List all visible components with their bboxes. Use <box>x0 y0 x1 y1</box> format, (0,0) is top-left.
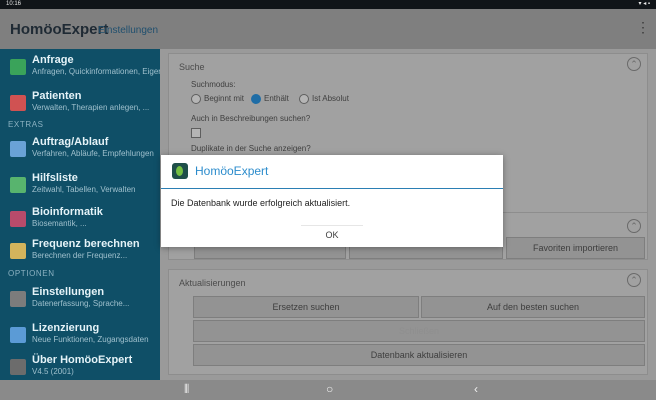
descriptions-label: Auch in Beschreibungen suchen? <box>191 114 311 123</box>
sidebar: Anfrage Anfragen, Quickinformationen, Ei… <box>0 49 169 380</box>
collapse-icon[interactable]: ⌃ <box>627 57 641 71</box>
radio-label: Beginnt mit <box>204 94 245 103</box>
page-title: Einstellungen <box>98 25 159 36</box>
person-icon <box>10 95 26 111</box>
home-icon[interactable]: ○ <box>326 382 333 396</box>
sidebar-item-sub: Datenerfassung, Sprache... <box>32 299 130 308</box>
back-icon[interactable]: ‹ <box>474 382 478 396</box>
sidebar-section-optionen: OPTIONEN <box>8 269 55 278</box>
sidebar-item-einstellungen[interactable]: Einstellungen Datenerfassung, Sprache... <box>0 281 160 319</box>
flow-icon <box>10 141 26 157</box>
note-icon <box>10 59 26 75</box>
close-button[interactable]: Schließen <box>193 320 645 342</box>
info-icon <box>10 359 26 375</box>
favorites-import-button[interactable]: Favoriten importieren <box>506 237 645 259</box>
update-database-button[interactable]: Datenbank aktualisieren <box>193 344 645 366</box>
search-replace-button[interactable]: Ersetzen suchen <box>193 296 419 318</box>
sidebar-item-sub: Berechnen der Frequenz... <box>32 251 128 260</box>
sidebar-item-sub: Anfragen, Quickinformationen, Eigen... <box>32 67 170 76</box>
card-title: Aktualisierungen <box>179 278 246 288</box>
sidebar-item-label: Auftrag/Ablauf <box>32 136 109 148</box>
status-bar: 10:16 ▾ ◂ ▪ <box>0 0 656 9</box>
sidebar-item-anfrage[interactable]: Anfrage Anfragen, Quickinformationen, Ei… <box>0 49 169 87</box>
duplicates-label: Duplikate in der Suche anzeigen? <box>191 144 311 153</box>
sidebar-item-sub: Verfahren, Abläufe, Empfehlungen <box>32 149 154 158</box>
app-brand: HomöoExpert <box>10 21 109 38</box>
ok-button[interactable]: OK <box>301 225 363 244</box>
sidebar-item-label: Lizenzierung <box>32 322 100 334</box>
success-dialog: HomöoExpert Die Datenbank wurde erfolgre… <box>161 155 503 247</box>
collapse-icon[interactable]: ⌃ <box>627 273 641 287</box>
searchmode-label: Suchmodus: <box>191 80 236 89</box>
sidebar-item-patienten[interactable]: Patienten Verwalten, Therapien anlegen, … <box>0 85 160 123</box>
dialog-header: HomöoExpert <box>161 155 503 189</box>
radio-label: Enthält <box>264 94 289 103</box>
radio-beginnt-mit[interactable] <box>191 94 201 104</box>
recents-icon[interactable]: ⦀ <box>184 382 189 397</box>
gear-icon <box>10 291 26 307</box>
sidebar-item-label: Anfrage <box>32 54 74 66</box>
app-logo-icon <box>172 163 188 179</box>
sidebar-item-hilfsliste[interactable]: Hilfsliste Zeitwahl, Tabellen, Verwalten <box>0 167 160 205</box>
sidebar-item-label: Einstellungen <box>32 286 105 298</box>
wave-icon <box>10 243 26 259</box>
status-time: 10:16 <box>6 1 22 7</box>
sidebar-item-label: Patienten <box>32 90 82 102</box>
list-icon <box>10 177 26 193</box>
sidebar-item-sub: V4.5 (2001) <box>32 367 74 376</box>
updates-card: Aktualisierungen ⌃ Ersetzen suchen Auf d… <box>168 269 648 375</box>
key-icon <box>10 327 26 343</box>
sidebar-item-sub: Zeitwahl, Tabellen, Verwalten <box>32 185 136 194</box>
descriptions-checkbox[interactable] <box>191 128 201 138</box>
card-title: Suche <box>179 62 205 72</box>
app-bar: HomöoExpert Einstellungen ⋮ <box>0 9 656 49</box>
dialog-message: Die Datenbank wurde erfolgreich aktualis… <box>171 198 351 208</box>
sidebar-item-label: Hilfsliste <box>32 172 78 184</box>
search-best-button[interactable]: Auf den besten suchen <box>421 296 645 318</box>
dialog-title: HomöoExpert <box>195 164 269 178</box>
dna-icon <box>10 211 26 227</box>
sidebar-item-sub: Biosemantik, ... <box>32 219 87 228</box>
status-icons: ▾ ◂ ▪ <box>638 1 650 7</box>
sidebar-item-sub: Verwalten, Therapien anlegen, ... <box>32 103 150 112</box>
sidebar-item-label: Über HomöoExpert <box>32 354 133 366</box>
radio-label: Ist Absolut <box>312 94 349 103</box>
sidebar-item-auftrag[interactable]: Auftrag/Ablauf Verfahren, Abläufe, Empfe… <box>0 131 160 169</box>
sidebar-section-extras: EXTRAS <box>8 120 44 129</box>
overflow-menu-icon[interactable]: ⋮ <box>636 19 650 36</box>
sidebar-item-frequenz[interactable]: Frequenz berechnen Berechnen der Frequen… <box>0 233 160 271</box>
radio-ist-absolut[interactable] <box>299 94 309 104</box>
sidebar-item-label: Bioinformatik <box>32 206 103 218</box>
sidebar-item-label: Frequenz berechnen <box>32 238 140 250</box>
sidebar-item-sub: Neue Funktionen, Zugangsdaten <box>32 335 149 344</box>
collapse-icon[interactable]: ⌃ <box>627 219 641 233</box>
system-nav-bar: ⦀ ○ ‹ <box>0 380 656 400</box>
radio-enthaelt[interactable] <box>251 94 261 104</box>
